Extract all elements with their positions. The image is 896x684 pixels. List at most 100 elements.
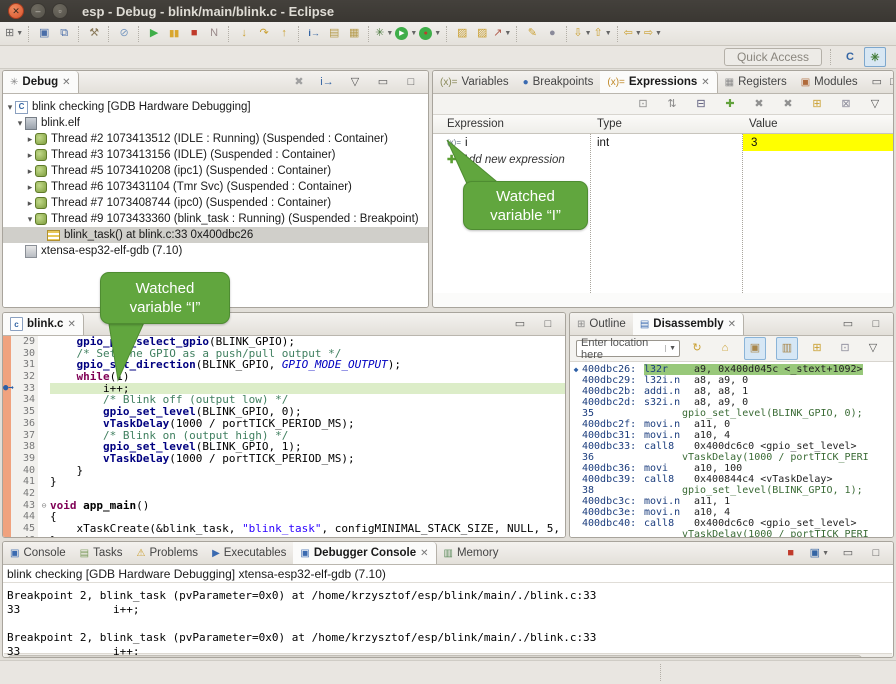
chevron-down-icon[interactable]: ▼ bbox=[665, 345, 679, 352]
expression-value[interactable]: 3 bbox=[743, 134, 893, 151]
line-number[interactable]: 34 bbox=[11, 394, 38, 406]
maximize-icon[interactable]: □ bbox=[890, 77, 894, 88]
annotation-ruler[interactable] bbox=[3, 488, 11, 500]
column-divider[interactable] bbox=[590, 134, 591, 293]
profile-button[interactable]: ●▼ bbox=[419, 24, 441, 43]
run-button[interactable]: ▶▼ bbox=[395, 24, 417, 43]
line-number[interactable]: 38 bbox=[11, 441, 38, 453]
window-minimize-button[interactable]: – bbox=[30, 3, 46, 19]
disassembly-line[interactable]: 400dbc36:movia10, 100 bbox=[570, 463, 893, 474]
show-type-names-button[interactable]: ⊡ bbox=[634, 95, 652, 114]
suspend-button[interactable]: ▮▮ bbox=[165, 24, 183, 43]
view-menu-button[interactable]: ▽ bbox=[346, 73, 364, 92]
tab-debugger-console[interactable]: ▣Debugger Console✕ bbox=[293, 542, 436, 564]
save-button[interactable]: ▣ bbox=[35, 24, 53, 43]
chevron-down-icon[interactable]: ▼ bbox=[16, 30, 23, 37]
home-button[interactable]: ⌂ bbox=[716, 339, 734, 358]
line-number[interactable]: 36 bbox=[11, 418, 38, 430]
maximize-button[interactable]: □ bbox=[539, 315, 557, 334]
fold-collapse-icon[interactable]: ⊖ bbox=[38, 500, 50, 512]
tab-outline[interactable]: ⊞Outline bbox=[570, 313, 633, 335]
chevron-down-icon[interactable]: ▼ bbox=[386, 30, 393, 37]
tab-blink-c[interactable]: cblink.c✕ bbox=[3, 313, 84, 335]
annotation-ruler[interactable] bbox=[3, 535, 11, 538]
disassembly-line[interactable]: 400dbc3c:movi.na11, 1 bbox=[570, 496, 893, 507]
debug-tree-item[interactable]: xtensa-esp32-elf-gdb (7.10) bbox=[3, 243, 428, 259]
debug-tree-item[interactable]: ▾Cblink checking [GDB Hardware Debugging… bbox=[3, 99, 428, 115]
maximize-button[interactable]: □ bbox=[402, 73, 420, 92]
disconnect-button[interactable]: N bbox=[205, 24, 223, 43]
code-text[interactable]: vTaskDelay(1000 / portTICK_PERIOD_MS); bbox=[50, 453, 565, 465]
format-button[interactable]: ✎ bbox=[523, 24, 541, 43]
location-input[interactable]: Enter location here ▼ bbox=[576, 340, 680, 357]
annotation-ruler[interactable] bbox=[3, 476, 11, 488]
minimize-icon[interactable]: ▭ bbox=[872, 77, 882, 88]
annotation-ruler[interactable] bbox=[3, 511, 11, 523]
disassembly-line[interactable]: vTaskDelay(1000 / portTICK_PERI bbox=[570, 529, 893, 538]
column-type[interactable]: Type bbox=[591, 118, 743, 130]
close-icon[interactable]: ✕ bbox=[67, 319, 75, 330]
line-number[interactable]: 44 bbox=[11, 511, 38, 523]
chevron-down-icon[interactable]: ▼ bbox=[434, 30, 441, 37]
line-number[interactable]: 29 bbox=[11, 336, 38, 348]
forward-button[interactable]: ⇨▼ bbox=[644, 24, 662, 43]
collapsed-arrow-icon[interactable]: ▸ bbox=[25, 166, 35, 177]
minimize-button[interactable]: ▭ bbox=[839, 315, 857, 334]
step-return-button[interactable]: ↑ bbox=[275, 24, 293, 43]
line-number[interactable]: 39 bbox=[11, 453, 38, 465]
disassembly-line[interactable]: 38gpio_set_level(BLINK_GPIO, 1); bbox=[570, 485, 893, 496]
step-over-button[interactable]: ↷ bbox=[255, 24, 273, 43]
cpp-perspective-button[interactable]: C bbox=[840, 48, 860, 66]
resume-button[interactable]: ▶ bbox=[145, 24, 163, 43]
code-line[interactable]: 46} bbox=[3, 535, 565, 538]
tab-tasks[interactable]: ▤Tasks bbox=[73, 542, 130, 564]
refresh-button[interactable]: ↻ bbox=[688, 339, 706, 358]
disassembly-line[interactable]: 400dbc40:call80x400dc6c0 <gpio_set_level… bbox=[570, 518, 893, 529]
save-all-button[interactable]: ⧉ bbox=[55, 24, 73, 43]
disassembly-line[interactable]: 35gpio_set_level(BLINK_GPIO, 0); bbox=[570, 408, 893, 419]
debug-tree-item[interactable]: ▾Thread #9 1073433360 (blink_task : Runn… bbox=[3, 211, 428, 227]
annotation-ruler[interactable] bbox=[3, 394, 11, 406]
code-text[interactable]: void app_main() bbox=[50, 500, 565, 512]
code-text[interactable]: } bbox=[50, 476, 565, 488]
pin-button[interactable]: ⊡ bbox=[836, 339, 854, 358]
annotation-ruler[interactable] bbox=[3, 406, 11, 418]
step-into-button[interactable]: ↓ bbox=[235, 24, 253, 43]
add-expression-button[interactable]: ✚ bbox=[721, 95, 739, 114]
chevron-down-icon[interactable]: ▼ bbox=[655, 30, 662, 37]
line-number[interactable]: 40 bbox=[11, 465, 38, 477]
breakpoint-arrow-icon[interactable]: ●→ bbox=[3, 383, 14, 395]
debug-button[interactable]: ✳▼ bbox=[375, 24, 393, 43]
expanded-arrow-icon[interactable]: ▾ bbox=[15, 118, 25, 129]
line-number[interactable]: 45 bbox=[11, 523, 38, 535]
show-source-button[interactable]: ▥ bbox=[776, 337, 798, 360]
annotation-ruler[interactable] bbox=[3, 418, 11, 430]
code-text[interactable]: } bbox=[50, 465, 565, 477]
step-filters-button[interactable]: ▤ bbox=[325, 24, 343, 43]
add-expression-row[interactable]: ✚ Add new expression bbox=[433, 151, 893, 168]
window-maximize-button[interactable]: ▫ bbox=[52, 3, 68, 19]
layout-button[interactable]: ⊠ bbox=[837, 95, 855, 114]
collapsed-arrow-icon[interactable]: ▸ bbox=[25, 134, 35, 145]
line-number[interactable]: 37 bbox=[11, 430, 38, 442]
line-number[interactable]: 30 bbox=[11, 348, 38, 360]
disassembly-line[interactable]: 400dbc39:call80x400844c4 <vTaskDelay> bbox=[570, 474, 893, 485]
debug-tree-item[interactable]: blink_task() at blink.c:33 0x400dbc26 bbox=[3, 227, 428, 243]
debug-perspective-button[interactable]: ✳ bbox=[864, 47, 886, 67]
expanded-arrow-icon[interactable]: ▾ bbox=[5, 102, 15, 113]
view-menu-button[interactable]: ▽ bbox=[866, 95, 884, 114]
debug-tree-item[interactable]: ▸Thread #5 1073410208 (ipc1) (Suspended … bbox=[3, 163, 428, 179]
new-c-project-button[interactable]: ▨ bbox=[453, 24, 471, 43]
back-button[interactable]: ⇦▼ bbox=[624, 24, 642, 43]
debug-tree-item[interactable]: ▸Thread #2 1073413512 (IDLE : Running) (… bbox=[3, 131, 428, 147]
instruction-stepping-mode-button[interactable]: i→ bbox=[318, 73, 336, 92]
disassembly-line[interactable]: 400dbc29:l32i.na8, a9, 0 bbox=[570, 375, 893, 386]
code-line[interactable]: 43⊖void app_main() bbox=[3, 500, 565, 512]
chevron-down-icon[interactable]: ▼ bbox=[504, 30, 511, 37]
line-number[interactable]: 32 bbox=[11, 371, 38, 383]
new-wizard-button[interactable]: ⊞▼ bbox=[5, 24, 23, 43]
disassembly-line[interactable]: 400dbc2b:addi.na8, a8, 1 bbox=[570, 386, 893, 397]
search-button[interactable]: ● bbox=[543, 24, 561, 43]
tab-breakpoints[interactable]: ●Breakpoints bbox=[516, 71, 601, 93]
debug-tree-item[interactable]: ▾blink.elf bbox=[3, 115, 428, 131]
